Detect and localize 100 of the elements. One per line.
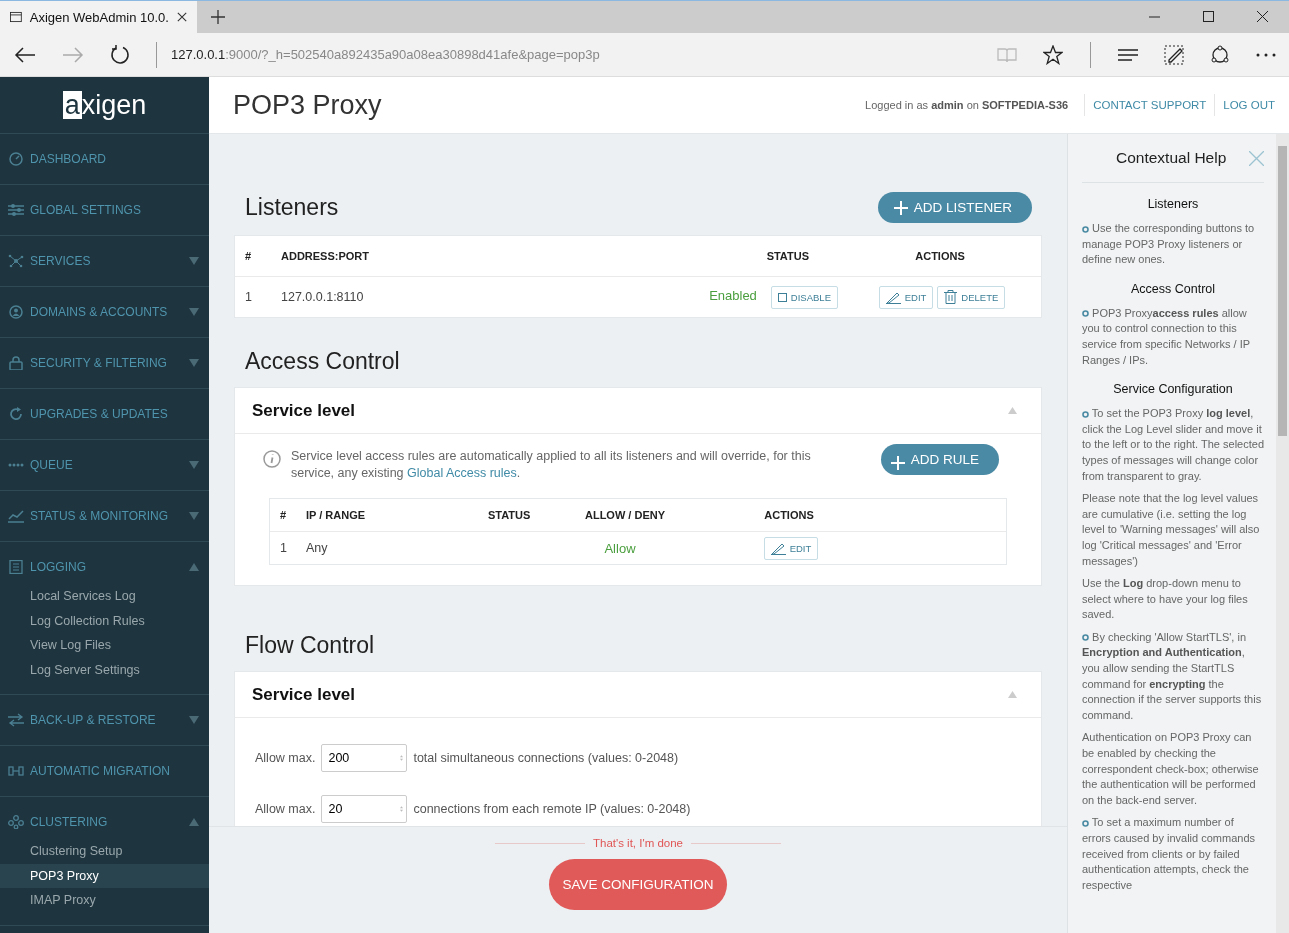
help-text: POP3 Proxyaccess rules allow you to control connection to this service from specific Networks / IP Ranges / IPs. — [1082, 305, 1251, 368]
pencil-icon — [770, 541, 786, 555]
nav-item[interactable]: AUTOMATIC MIGRATION — [0, 746, 209, 796]
migration-icon — [8, 764, 24, 778]
cluster-icon — [8, 815, 24, 829]
nav-item[interactable]: QUEUE — [0, 440, 209, 490]
plus-icon — [893, 200, 908, 215]
share-icon[interactable] — [1210, 44, 1230, 65]
arrows-icon — [8, 713, 24, 727]
login-info: Logged in as admin on SOFTPEDIA-S36 — [865, 99, 1070, 111]
browser-tab[interactable]: Axigen WebAdmin 10.0. — [0, 1, 197, 33]
chart-icon — [8, 509, 24, 523]
save-button[interactable]: SAVE CONFIGURATION — [549, 859, 727, 910]
status-text: Enabled — [709, 288, 757, 304]
help-text: Please note that the log level values are cumulative (i.e. setting the log level to 'Warning messages' will also log 'Critical messages' and 'Error messages') — [1082, 491, 1261, 569]
number-field[interactable]: 200 — [321, 743, 408, 772]
table-cell: 127.0.0.1:8110 — [281, 290, 364, 304]
bullet-icon — [1082, 225, 1089, 233]
help-text: By checking 'Allow StartTLS', in Encryption and Authentication, you allow sending the StartTLS command for encrypting the connection if the server supports this command. — [1082, 629, 1263, 723]
bullet-icon — [1082, 410, 1089, 418]
scrollbar[interactable] — [1276, 134, 1289, 933]
column-header: # — [280, 509, 287, 521]
refresh-icon[interactable] — [110, 44, 130, 65]
nav-item[interactable]: UPGRADES & UPDATES — [0, 389, 209, 439]
done-note: That's it, I'm done — [592, 837, 683, 849]
section-title: Access Control — [244, 347, 401, 375]
list-icon — [8, 560, 24, 574]
add-listener-button[interactable]: ADD LISTENER — [877, 192, 1032, 223]
column-header: STATUS — [766, 250, 809, 262]
help-heading: Access Control — [1129, 281, 1217, 296]
maximize-icon[interactable] — [1203, 11, 1215, 23]
add-rule-button[interactable]: ADD RULE — [880, 444, 999, 475]
field-hint: connections from each remote IP (values: 0-2048) — [413, 801, 691, 816]
delete-button[interactable]: DELETE — [937, 285, 1006, 309]
pen-icon[interactable] — [1164, 44, 1184, 65]
help-heading: Service Configuration — [1112, 382, 1234, 397]
nav-item[interactable]: GLOBAL SETTINGS — [0, 185, 209, 235]
more-icon[interactable] — [1256, 52, 1276, 57]
menu-icon[interactable] — [1118, 47, 1138, 62]
new-tab-icon[interactable] — [211, 10, 225, 24]
help-text: To set the POP3 Proxy log level, click the Log Level slider and move it to the left or to the right. The selected types of messages will change color from transparent to gray. — [1082, 406, 1264, 484]
window-icon — [10, 11, 22, 23]
column-header: ALLOW / DENY — [584, 509, 666, 521]
nav-item[interactable]: SERVICES — [0, 236, 209, 286]
table-cell: Any — [306, 541, 328, 555]
column-header: ACTIONS — [764, 509, 814, 521]
pencil-icon — [885, 290, 901, 304]
nav-item[interactable]: DOMAINS & ACCOUNTS — [0, 287, 209, 337]
user-icon — [8, 305, 24, 319]
trash-icon — [944, 290, 958, 304]
section-title: Listeners — [245, 194, 339, 221]
nav-item[interactable]: STATUS & MONITORING — [0, 491, 209, 541]
nav-subitem[interactable]: Log Server Settings — [0, 657, 209, 682]
field-label: Allow max. — [255, 750, 316, 765]
field-hint: total simultaneous connections (values: 0-2048) — [413, 750, 679, 765]
lock-icon — [8, 356, 24, 370]
nav-subitem[interactable]: View Log Files — [0, 633, 209, 658]
back-icon[interactable] — [14, 46, 36, 63]
info-text: Service level access rules are automatically applied to all its listeners and will override, for this service, any existing Global Access rules. — [291, 448, 812, 482]
tab-title: Axigen WebAdmin 10.0. — [29, 9, 169, 25]
refresh-icon — [8, 407, 24, 421]
table-cell: 1 — [280, 541, 287, 555]
star-icon[interactable] — [1043, 44, 1063, 65]
nav-item[interactable]: SECURITY & FILTERING — [0, 338, 209, 388]
panel-title: Service level — [252, 684, 356, 705]
help-text: To set a maximum number of errors caused by invalid commands received from clients or by failed authentication attempts, check the respective — [1082, 815, 1257, 893]
nav-item[interactable]: DASHBOARD — [0, 134, 209, 184]
help-heading: Listeners — [1146, 197, 1200, 211]
table-cell: 1 — [245, 290, 252, 304]
sliders-icon — [8, 203, 24, 217]
close-icon[interactable] — [176, 11, 187, 23]
field-label: Allow max. — [255, 801, 316, 816]
help-text: Authentication on POP3 Proxy can be enabled by checking the correspondent check-box; otherwise the authentication will be performed on the back-end server. — [1082, 730, 1260, 808]
edit-button[interactable]: EDIT — [763, 536, 819, 560]
edit-button[interactable]: EDIT — [878, 285, 934, 309]
close-icon[interactable] — [1257, 11, 1269, 23]
logo[interactable]: axigen — [0, 77, 209, 134]
column-header: ADDRESS:PORT — [281, 250, 369, 262]
disable-button[interactable]: DISABLE — [770, 285, 838, 309]
network-icon — [8, 254, 24, 268]
gauge-icon — [8, 152, 24, 166]
page-title: POP3 Proxy — [233, 89, 382, 121]
section-title: Flow Control — [244, 631, 376, 659]
column-header: # — [245, 250, 252, 262]
table-cell: Allow — [604, 540, 636, 556]
nav-item[interactable]: BACK-UP & RESTORE — [0, 695, 209, 745]
bullet-icon — [1082, 634, 1089, 642]
help-title: Contextual Help — [1116, 149, 1227, 167]
bullet-icon — [1082, 820, 1089, 827]
info-icon — [263, 450, 281, 468]
global-access-link[interactable]: Global Access rules — [407, 466, 517, 480]
nav-subitem[interactable]: POP3 Proxy — [0, 863, 209, 888]
square-icon — [777, 292, 787, 302]
nav-subitem[interactable]: Log Collection Rules — [0, 608, 209, 633]
header-link[interactable]: LOG OUT — [1223, 99, 1275, 111]
header-link[interactable]: CONTACT SUPPORT — [1093, 99, 1207, 111]
number-field[interactable]: 20 — [321, 794, 408, 823]
nav-subitem[interactable]: IMAP Proxy — [0, 888, 209, 913]
help-text: Use the corresponding buttons to manage POP3 Proxy listeners or define new ones. — [1082, 221, 1256, 268]
plus-icon — [890, 455, 905, 470]
